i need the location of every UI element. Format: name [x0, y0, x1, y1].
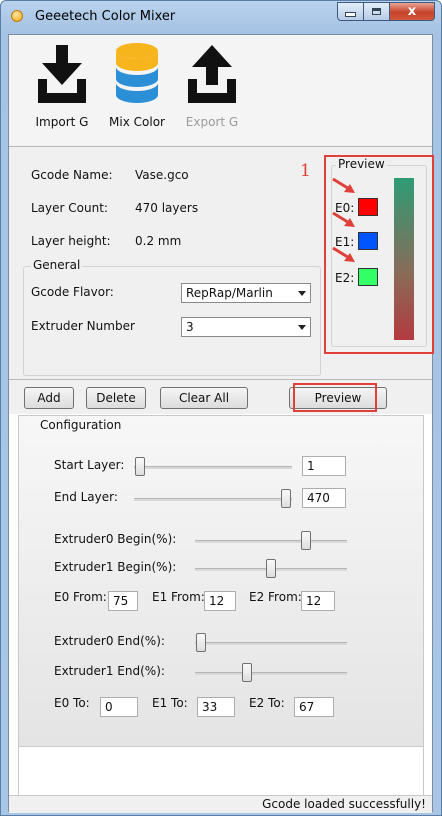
extruder1-begin-label: Extruder1 Begin(%): [54, 560, 177, 574]
maximize-icon [372, 8, 381, 15]
action-button-row: Add Delete Clear All Preview [9, 380, 432, 414]
extruder0-end-slider-thumb[interactable] [196, 633, 206, 652]
minimize-icon [345, 12, 356, 17]
import-label: Import G [35, 115, 89, 129]
add-button[interactable]: Add [24, 387, 74, 409]
gcode-flavor-label: Gcode Flavor: [31, 285, 114, 299]
e1-from-label: E1 From: [152, 590, 205, 604]
minimize-button[interactable] [337, 2, 364, 21]
extruder1-end-label: Extruder1 End(%): [54, 664, 165, 678]
extruder1-end-slider-thumb[interactable] [242, 663, 253, 682]
e0-from-input[interactable]: 75 [108, 591, 138, 611]
end-layer-input[interactable]: 470 [302, 488, 346, 508]
extruder0-begin-slider-thumb[interactable] [301, 531, 311, 550]
extruder-number-label: Extruder Number [31, 319, 135, 333]
annotation-1: 1 [300, 161, 311, 181]
extruder-number-value: 3 [186, 320, 194, 334]
layer-height-value: 0.2 mm [135, 234, 182, 248]
mix-label: Mix Color [109, 115, 165, 129]
e1-color-swatch[interactable] [358, 232, 378, 250]
extruder0-end-slider[interactable] [195, 642, 347, 645]
download-icon [38, 45, 86, 103]
e2-to-label: E2 To: [249, 696, 285, 710]
upload-icon [188, 45, 236, 103]
e1-to-label: E1 To: [152, 696, 188, 710]
window-title: Geeetech Color Mixer [35, 9, 176, 24]
toolbar: Import G Mix Color Export G [9, 35, 432, 147]
extruder1-begin-slider-thumb[interactable] [266, 559, 276, 578]
e2-label: E2: [335, 271, 355, 285]
e0-to-input[interactable]: 0 [100, 697, 138, 717]
start-layer-label: Start Layer: [54, 458, 125, 472]
start-layer-slider-thumb[interactable] [135, 457, 145, 476]
e0-from-label: E0 From: [54, 590, 107, 604]
app-window: Geeetech Color Mixer x Import G Mix Colo… [0, 0, 442, 816]
extruder0-begin-slider[interactable] [195, 540, 347, 543]
title-bar[interactable]: Geeetech Color Mixer x [1, 1, 441, 33]
status-text: Gcode loaded successfully! [262, 797, 426, 811]
gcode-name-label: Gcode Name: [31, 168, 113, 182]
e0-to-label: E0 To: [54, 696, 90, 710]
e1-to-input[interactable]: 33 [197, 697, 235, 717]
close-button[interactable]: x [390, 2, 435, 21]
configuration-panel: Configuration Start Layer: 1 End Layer: … [18, 415, 424, 747]
layer-height-label: Layer height: [31, 234, 111, 248]
delete-button[interactable]: Delete [86, 387, 146, 409]
e2-from-label: E2 From: [249, 590, 302, 604]
e2-color-swatch[interactable] [358, 268, 378, 286]
gcode-flavor-select[interactable]: RepRap/Marlin [181, 283, 311, 303]
e0-color-swatch[interactable] [358, 198, 378, 216]
extruder0-begin-label: Extruder0 Begin(%): [54, 532, 177, 546]
arrow-icon [332, 246, 355, 262]
status-bar: Gcode loaded successfully! [9, 795, 432, 813]
gcode-flavor-value: RepRap/Marlin [186, 286, 273, 300]
export-label: Export G [185, 115, 239, 129]
chevron-down-icon [298, 291, 306, 296]
app-icon [11, 10, 23, 22]
extruder-number-select[interactable]: 3 [181, 317, 311, 337]
gcode-info-panel: Gcode Name: Vase.gco Layer Count: 470 la… [9, 147, 434, 380]
clear-all-button[interactable]: Clear All [160, 387, 248, 409]
gcode-name-value: Vase.gco [135, 168, 189, 182]
color-gradient-preview [394, 178, 414, 340]
start-layer-input[interactable]: 1 [302, 456, 346, 476]
close-icon: x [407, 4, 417, 19]
arrow-icon [332, 211, 355, 227]
chevron-down-icon [298, 325, 306, 330]
e2-to-input[interactable]: 67 [294, 697, 334, 717]
layer-count-label: Layer Count: [31, 201, 108, 215]
blank-list-area [18, 747, 424, 798]
e2-from-input[interactable]: 12 [301, 591, 335, 611]
window-controls: x [337, 2, 435, 22]
general-legend: General [31, 258, 83, 272]
configuration-title: Configuration [40, 418, 122, 432]
maximize-button[interactable] [364, 2, 390, 21]
end-layer-label: End Layer: [54, 490, 118, 504]
layer-count-value: 470 layers [135, 201, 199, 215]
extruder1-end-slider[interactable] [195, 672, 347, 675]
end-layer-slider-thumb[interactable] [281, 489, 291, 508]
arrow-icon [332, 177, 355, 193]
client-area: Import G Mix Color Export G Gcode Name: … [8, 34, 434, 813]
extruder0-end-label: Extruder0 End(%): [54, 634, 165, 648]
start-layer-slider[interactable] [134, 466, 292, 469]
preview-legend: Preview [336, 157, 387, 171]
database-icon [116, 43, 158, 103]
highlight-box-2 [293, 383, 377, 412]
end-layer-slider[interactable] [134, 498, 292, 501]
e1-from-input[interactable]: 12 [204, 591, 236, 611]
